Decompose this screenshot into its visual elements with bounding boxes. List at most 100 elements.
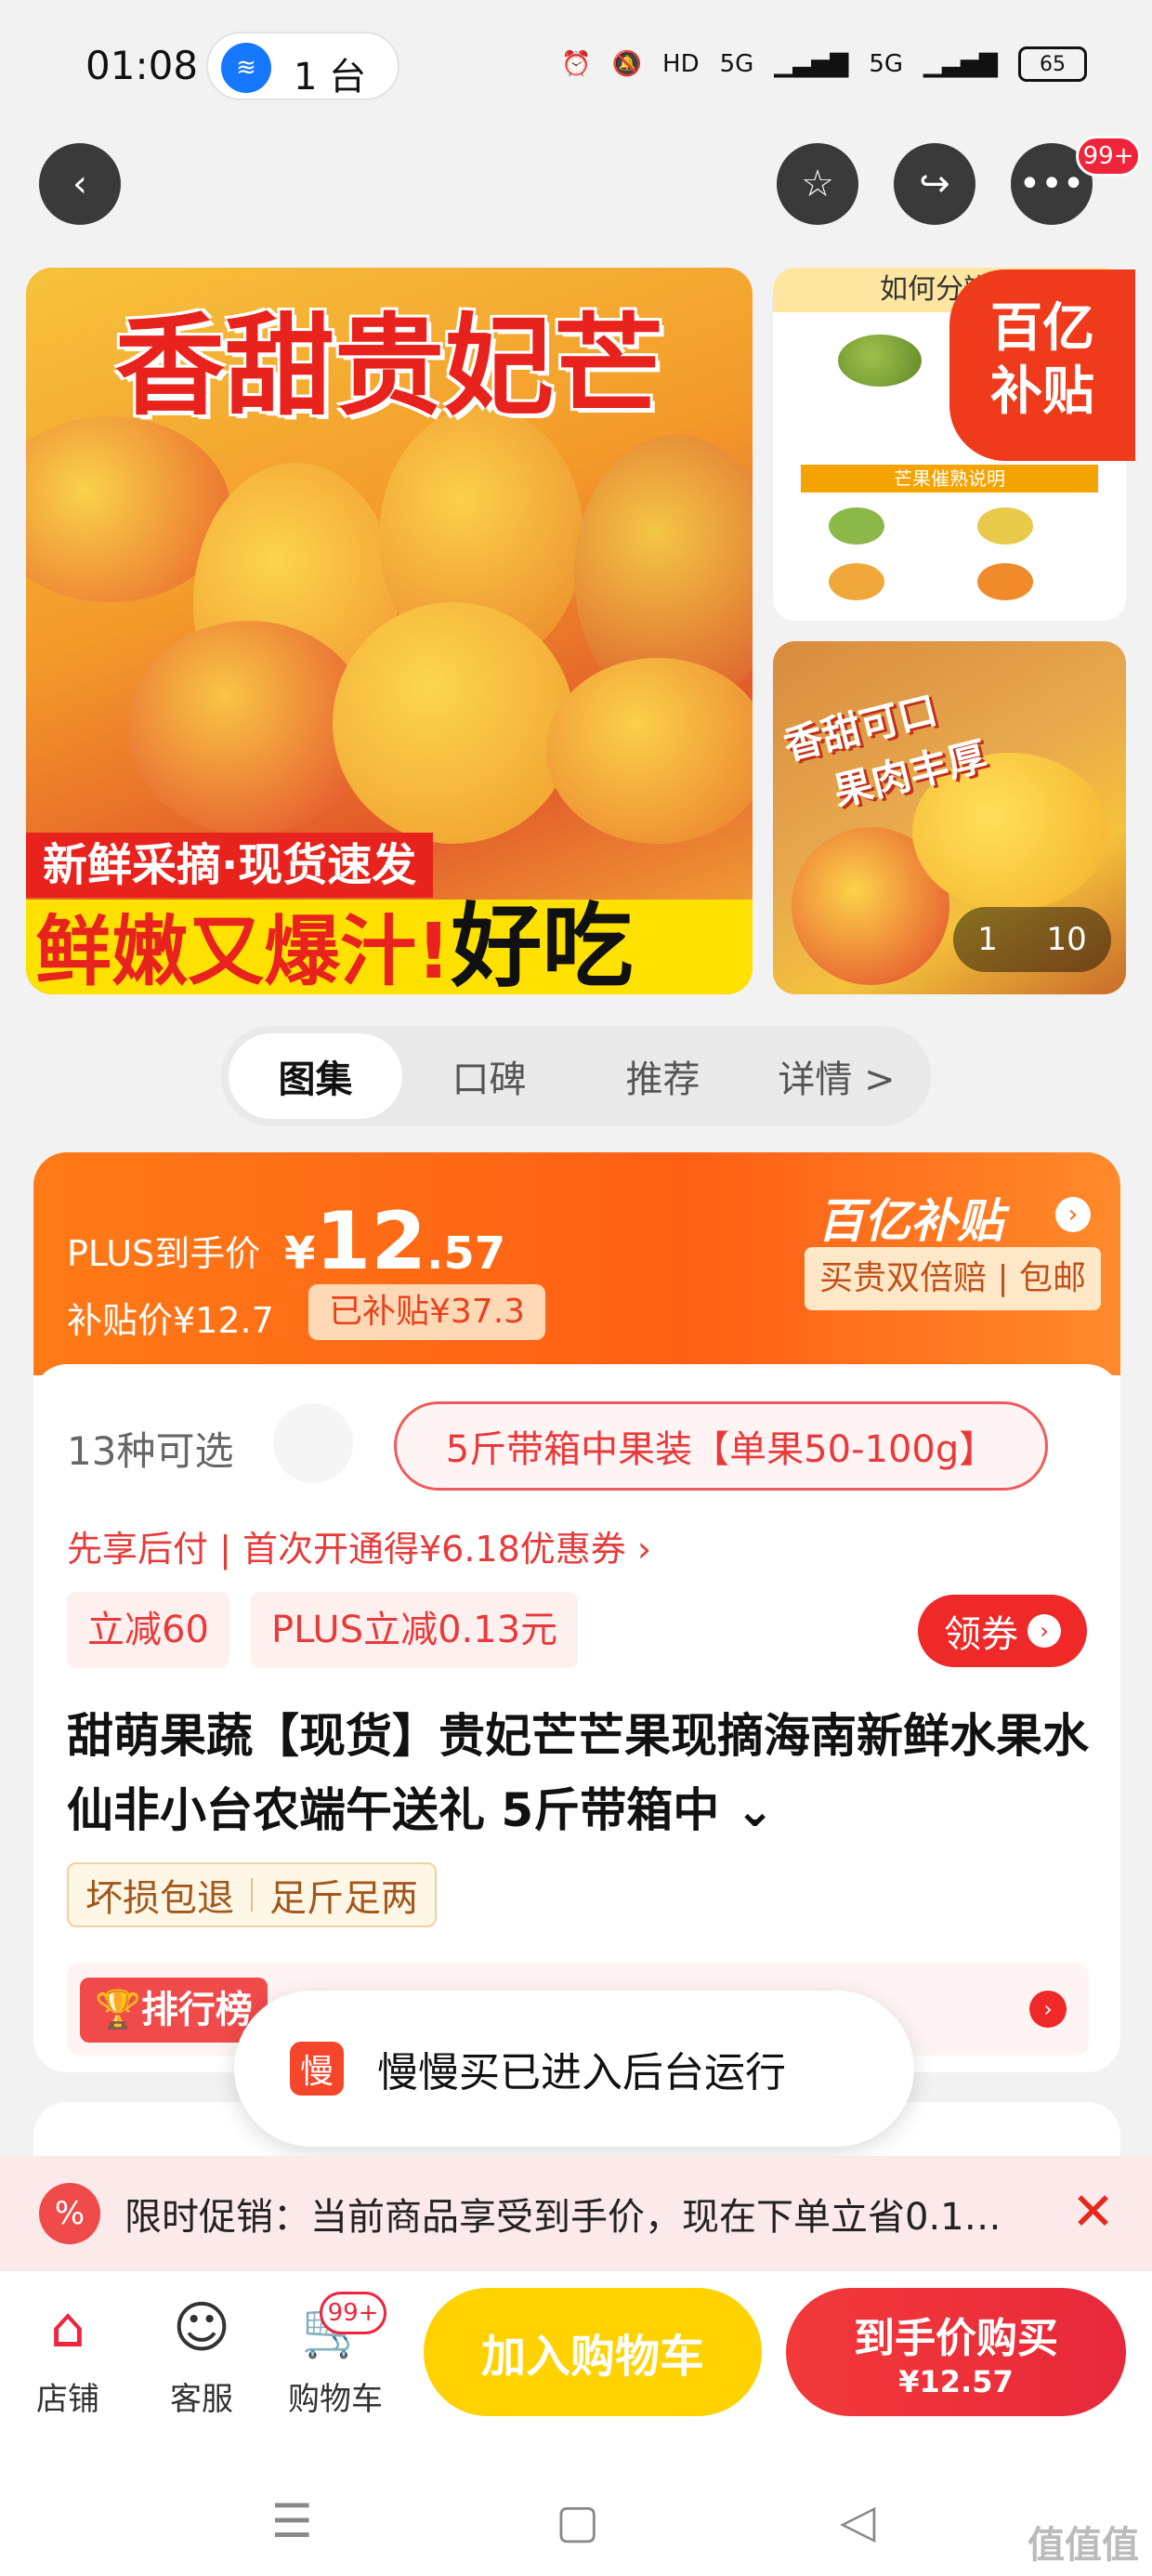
tab-gallery[interactable]: 图集 bbox=[229, 1033, 402, 1119]
app-icon: 慢 bbox=[290, 2042, 344, 2096]
gallery-band-juicy: 鲜嫩又爆汁!好吃 bbox=[26, 900, 753, 994]
alarm-icon: ⏰ bbox=[561, 50, 592, 78]
ranking-tag-label: 排行榜 bbox=[140, 1989, 253, 2031]
star-icon: ☆ bbox=[801, 163, 834, 205]
chat-icon: ☺ bbox=[172, 2295, 231, 2360]
plus-price-label: PLUS到手价 bbox=[67, 1233, 261, 1274]
feature-tag: 坏损包退 bbox=[85, 1877, 234, 1920]
more-icon: ••• bbox=[1018, 163, 1085, 205]
gallery-band-fresh: 新鲜采摘·现货速发 bbox=[26, 833, 434, 898]
price-decimal: .57 bbox=[426, 1228, 506, 1280]
gallery-title: 香甜贵妃芒 bbox=[114, 302, 663, 430]
selected-option-chip[interactable]: 5斤带箱中果装【单果50-100g】 bbox=[394, 1401, 1048, 1491]
price-currency: ¥ bbox=[284, 1228, 316, 1280]
service-label: 客服 bbox=[170, 2381, 233, 2418]
battery-icon: 65 bbox=[1018, 46, 1087, 82]
hotspot-label: 1 台 bbox=[294, 56, 367, 99]
sim1-signal-icon: ▁▃▅▇ bbox=[774, 50, 849, 78]
pay-later-line[interactable]: 先享后付 | 首次开通得¥6.18优惠券 › bbox=[67, 1520, 651, 1571]
mute-icon: 🔕 bbox=[611, 50, 643, 78]
shop-icon: ⌂ bbox=[49, 2295, 86, 2360]
guarantee-badge: 买贵双倍赔 | 包邮 bbox=[805, 1247, 1102, 1310]
subsidy-chip: 已补贴¥37.3 bbox=[308, 1284, 546, 1340]
gallery-counter-total: 10 bbox=[1046, 921, 1087, 958]
subsidy-price-label: 补贴价¥12.7 bbox=[67, 1300, 274, 1341]
subsidy-corner-tag-line2: 补贴 bbox=[990, 361, 1094, 422]
sim2-signal-icon: ▁▃▅▇ bbox=[923, 50, 998, 78]
system-nav: ☰ ▢ ◁ bbox=[0, 2457, 1152, 2576]
mango-shape bbox=[546, 658, 753, 844]
mango-shape bbox=[977, 563, 1033, 600]
add-to-cart-button[interactable]: 加入购物车 bbox=[424, 2288, 762, 2416]
watermark: 值值值 bbox=[1028, 2524, 1139, 2567]
promo-text: 限时促销：当前商品享受到手价，现在下单立省0.1… bbox=[124, 2196, 1001, 2239]
service-button[interactable]: ☺ 客服 bbox=[151, 2288, 253, 2419]
more-badge: 99+ bbox=[1076, 136, 1141, 177]
sim2-signal-label: 5G bbox=[869, 50, 904, 78]
tab-reviews[interactable]: 口碑 bbox=[402, 1033, 576, 1119]
mango-shape bbox=[333, 602, 574, 844]
product-info: 13种可选 5斤带箱中果装【单果50-100g】 先享后付 | 首次开通得¥6.… bbox=[33, 1364, 1120, 2072]
buy-now-label: 到手价购买 bbox=[854, 2315, 1058, 2362]
cart-badge: 99+ bbox=[320, 2292, 386, 2334]
status-icons: ⏰ 🔕 HD 5G ▁▃▅▇ 5G ▁▃▅▇ 65 bbox=[561, 46, 1087, 82]
subsidy-corner-tag: 百亿 补贴 bbox=[949, 269, 1135, 461]
cart-label: 购物车 bbox=[288, 2381, 383, 2418]
back-nav-icon[interactable]: ◁ bbox=[840, 2494, 875, 2548]
favorite-button[interactable]: ☆ bbox=[777, 143, 858, 225]
subsidy-corner-tag-line1: 百亿 bbox=[990, 298, 1094, 359]
discount-icon: % bbox=[39, 2183, 100, 2244]
gallery-band-juicy-black: 好吃 bbox=[451, 894, 634, 994]
mango-shape bbox=[838, 335, 922, 387]
ranking-tag: 🏆排行榜 bbox=[80, 1978, 268, 2043]
promo-bar[interactable]: % 限时促销：当前商品享受到手价，现在下单立省0.1… ✕ bbox=[0, 2156, 1152, 2271]
buy-now-button[interactable]: 到手价购买 ¥12.57 bbox=[786, 2288, 1126, 2416]
subsidy-brand[interactable]: 百亿补贴 bbox=[818, 1184, 1003, 1251]
chevron-right-icon: › bbox=[1028, 1614, 1061, 1648]
chevron-right-icon: › bbox=[1029, 1991, 1067, 2028]
toast: 慢 慢慢买已进入后台运行 bbox=[234, 1991, 914, 2147]
plus-price: ¥12.57 bbox=[284, 1195, 505, 1288]
hotspot-pill[interactable]: ≋ 1 台 bbox=[206, 32, 399, 100]
mango-shape bbox=[977, 507, 1033, 545]
price-card: PLUS到手价 ¥12.57 补贴价¥12.7 已补贴¥37.3 百亿补贴 › … bbox=[33, 1152, 1120, 2072]
options-count[interactable]: 13种可选 bbox=[67, 1420, 233, 1477]
feature-tag: 足斤足两 bbox=[269, 1877, 418, 1920]
shop-button[interactable]: ⌂ 店铺 bbox=[17, 2288, 119, 2419]
tab-details[interactable]: 详情 > bbox=[750, 1033, 923, 1119]
feature-tags: 坏损包退 足斤足两 bbox=[67, 1862, 437, 1927]
chevron-right-icon[interactable]: › bbox=[1055, 1197, 1091, 1232]
status-time: 01:08 bbox=[85, 43, 199, 88]
gallery-counter: 1 10 bbox=[953, 907, 1111, 972]
shop-label: 店铺 bbox=[36, 2381, 99, 2418]
sim1-signal-label: 5G bbox=[719, 50, 754, 78]
coupon-chip: 立减60 bbox=[67, 1592, 229, 1668]
buy-now-price: ¥12.57 bbox=[898, 2364, 1014, 2399]
option-thumbnail[interactable] bbox=[273, 1403, 353, 1483]
mango-shape bbox=[829, 563, 884, 600]
get-coupon-button[interactable]: 领券 › bbox=[918, 1595, 1087, 1667]
gallery-counter-current: 1 bbox=[977, 921, 998, 958]
status-bar: 01:08 ≋ 1 台 ⏰ 🔕 HD 5G ▁▃▅▇ 5G ▁▃▅▇ 65 bbox=[0, 0, 1152, 139]
share-button[interactable]: ↪ bbox=[894, 143, 975, 225]
tab-recommend[interactable]: 推荐 bbox=[576, 1033, 750, 1119]
price-header: PLUS到手价 ¥12.57 补贴价¥12.7 已补贴¥37.3 百亿补贴 › … bbox=[33, 1152, 1120, 1375]
share-icon: ↪ bbox=[919, 163, 950, 205]
product-title[interactable]: 甜萌果蔬【现货】贵妃芒芒果现摘海南新鲜水果水仙非小台农端午送礼 5斤带箱中 ⌄ bbox=[67, 1699, 1089, 1847]
chevron-left-icon: ‹ bbox=[72, 163, 87, 205]
gallery-main-image[interactable]: 香甜贵妃芒 新鲜采摘·现货速发 鲜嫩又爆汁!好吃 bbox=[26, 268, 753, 994]
toast-text: 慢慢买已进入后台运行 bbox=[377, 2049, 786, 2096]
price-integer: 12 bbox=[315, 1195, 427, 1288]
close-icon[interactable]: ✕ bbox=[1071, 2182, 1115, 2242]
mango-shape bbox=[829, 507, 884, 545]
guide-bar: 芒果催熟说明 bbox=[801, 465, 1098, 493]
get-coupon-label: 领券 bbox=[944, 1613, 1018, 1656]
trophy-icon: 🏆 bbox=[95, 1989, 141, 2031]
section-tabs: 图集 口碑 推荐 详情 > bbox=[221, 1026, 931, 1126]
menu-icon[interactable]: ☰ bbox=[271, 2494, 313, 2548]
coupon-chip: PLUS立减0.13元 bbox=[251, 1592, 579, 1668]
hd-signal-label: HD bbox=[662, 50, 700, 78]
home-icon[interactable]: ▢ bbox=[556, 2494, 599, 2548]
hotspot-icon: ≋ bbox=[221, 43, 271, 93]
back-button[interactable]: ‹ bbox=[39, 143, 121, 225]
